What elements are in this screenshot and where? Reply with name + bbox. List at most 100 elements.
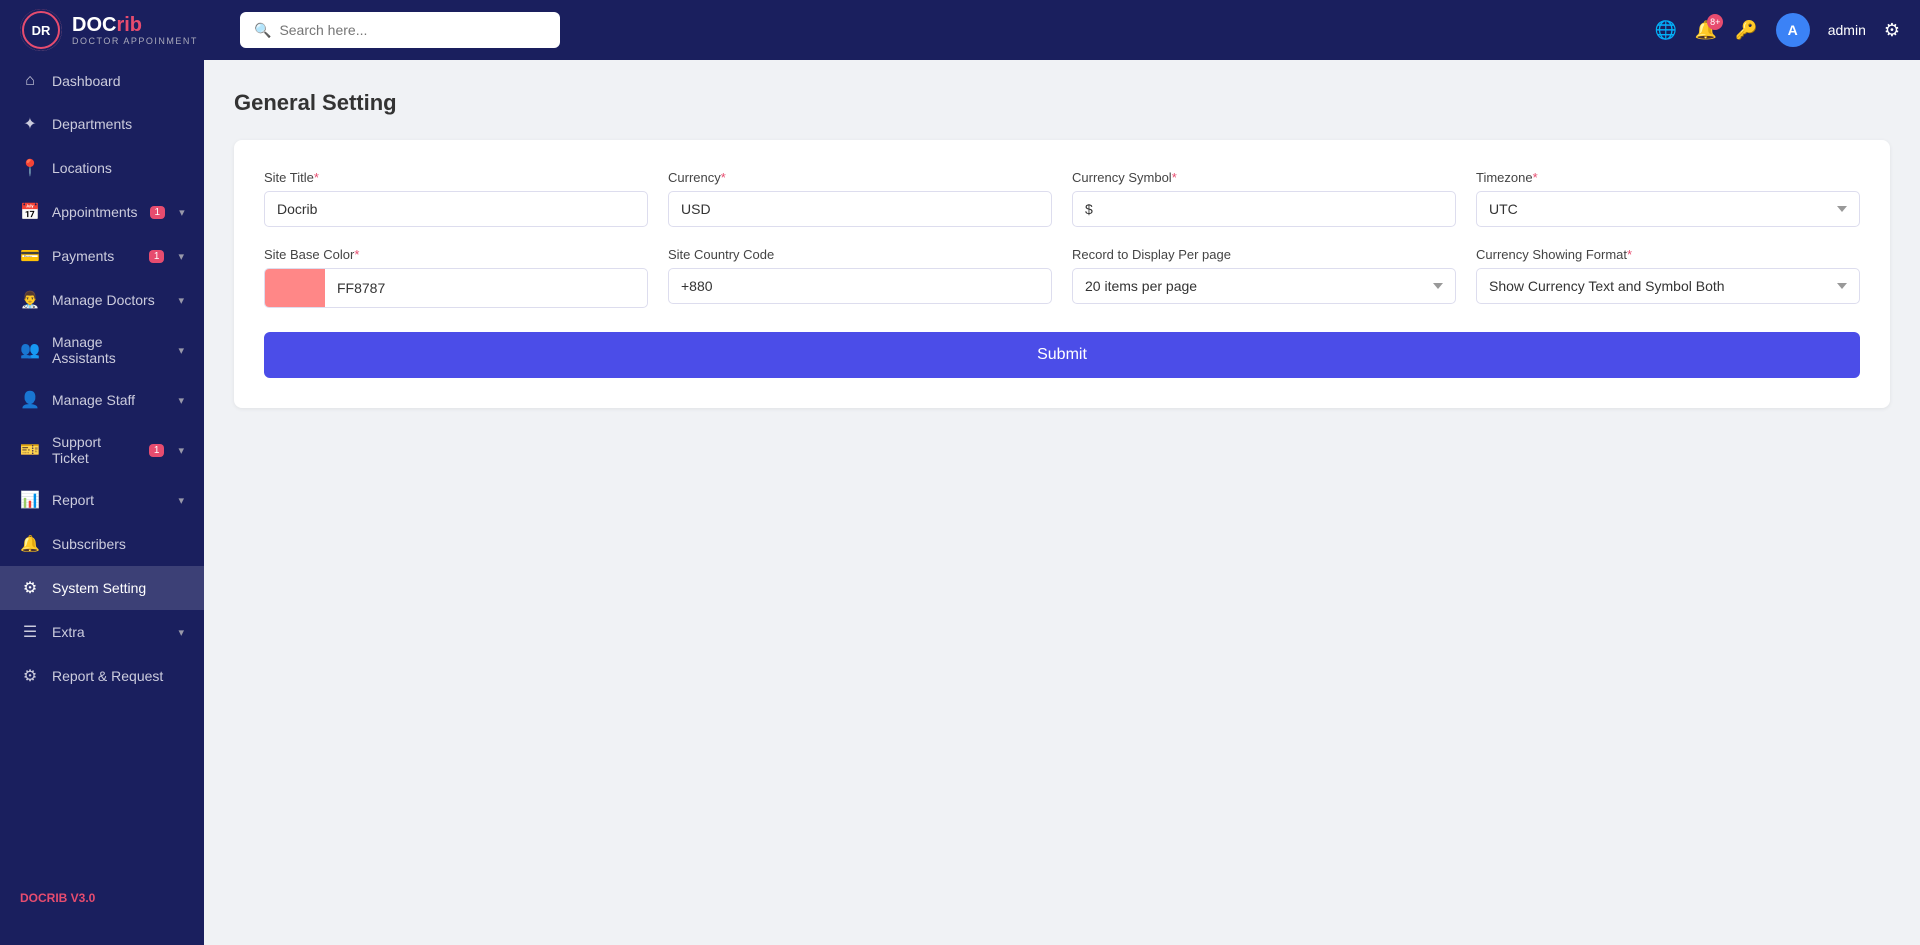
chevron-down-icon: ▾	[178, 444, 184, 457]
currency-symbol-group: Currency Symbol*	[1072, 170, 1456, 227]
sidebar-item-label: Extra	[52, 624, 166, 640]
sidebar-item-report-request[interactable]: ⚙ Report & Request	[0, 654, 204, 698]
form-row-2: Site Base Color* Site Country Code Re	[264, 247, 1860, 308]
sidebar-version: DOCRIB V3.0	[0, 871, 204, 925]
records-per-page-label: Record to Display Per page	[1072, 247, 1456, 262]
search-icon: 🔍	[254, 22, 271, 39]
logo-subtitle: DOCTOR APPOINMENT	[72, 36, 198, 46]
extra-icon: ☰	[20, 622, 40, 642]
submit-button[interactable]: Submit	[264, 332, 1860, 378]
logo-text: DOCrib DOCTOR APPOINMENT	[72, 14, 198, 46]
avatar: A	[1776, 13, 1810, 47]
chevron-down-icon: ▾	[178, 294, 184, 307]
site-title-group: Site Title*	[264, 170, 648, 227]
sidebar-item-locations[interactable]: 📍 Locations	[0, 146, 204, 190]
color-swatch[interactable]	[265, 269, 325, 307]
main-content: General Setting Site Title* Currency*	[204, 60, 1920, 945]
general-setting-form: Site Title* Currency* Currency Symbol*	[234, 140, 1890, 408]
sidebar-item-subscribers[interactable]: 🔔 Subscribers	[0, 522, 204, 566]
currency-format-select[interactable]: Show Currency Text Only Show Currency Sy…	[1476, 268, 1860, 304]
country-code-input[interactable]	[668, 268, 1052, 304]
currency-symbol-input[interactable]	[1072, 191, 1456, 227]
timezone-group: Timezone* UTC UTC+1 UTC+5:30 UTC-5	[1476, 170, 1860, 227]
color-hex-input[interactable]	[325, 271, 647, 305]
sidebar-item-manage-assistants[interactable]: 👥 Manage Assistants ▾	[0, 322, 204, 378]
sidebar-item-label: Dashboard	[52, 73, 184, 89]
manage-assistants-icon: 👥	[20, 340, 40, 360]
sidebar-item-manage-staff[interactable]: 👤 Manage Staff ▾	[0, 378, 204, 422]
site-base-color-group: Site Base Color*	[264, 247, 648, 308]
support-badge: 1	[149, 444, 165, 457]
payments-icon: 💳	[20, 246, 40, 266]
sidebar-item-report[interactable]: 📊 Report ▾	[0, 478, 204, 522]
site-title-input[interactable]	[264, 191, 648, 227]
sidebar-item-payments[interactable]: 💳 Payments 1 ▾	[0, 234, 204, 278]
currency-format-group: Currency Showing Format* Show Currency T…	[1476, 247, 1860, 308]
sidebar-item-system-setting[interactable]: ⚙ System Setting	[0, 566, 204, 610]
site-base-color-label: Site Base Color*	[264, 247, 648, 262]
sidebar-item-label: Manage Staff	[52, 392, 166, 408]
sidebar-item-extra[interactable]: ☰ Extra ▾	[0, 610, 204, 654]
header: DR DOCrib DOCTOR APPOINMENT 🔍 🌐 🔔 8+ 🔑 A…	[0, 0, 1920, 60]
form-row-1: Site Title* Currency* Currency Symbol*	[264, 170, 1860, 227]
appointments-icon: 📅	[20, 202, 40, 222]
currency-format-label: Currency Showing Format*	[1476, 247, 1860, 262]
dashboard-icon: ⌂	[20, 72, 40, 90]
key-button[interactable]: 🔑	[1735, 20, 1757, 41]
sidebar-item-label: Manage Doctors	[52, 292, 166, 308]
sidebar-item-label: Report & Request	[52, 668, 184, 684]
report-icon: 📊	[20, 490, 40, 510]
admin-label: admin	[1828, 22, 1866, 38]
timezone-label: Timezone*	[1476, 170, 1860, 185]
page-title: General Setting	[234, 90, 1890, 116]
manage-staff-icon: 👤	[20, 390, 40, 410]
sidebar-item-label: Manage Assistants	[52, 334, 166, 366]
sidebar-item-support-ticket[interactable]: 🎫 Support Ticket 1 ▾	[0, 422, 204, 478]
sidebar-item-label: Payments	[52, 248, 137, 264]
search-bar[interactable]: 🔍	[240, 12, 560, 48]
sidebar-item-label: System Setting	[52, 580, 184, 596]
country-code-label: Site Country Code	[668, 247, 1052, 262]
layout: ⌂ Dashboard ✦ Departments 📍 Locations 📅 …	[0, 60, 1920, 945]
notification-badge: 8+	[1707, 14, 1723, 30]
user-settings-icon[interactable]: ⚙	[1884, 20, 1900, 41]
sidebar-item-dashboard[interactable]: ⌂ Dashboard	[0, 60, 204, 102]
support-ticket-icon: 🎫	[20, 440, 40, 460]
system-setting-icon: ⚙	[20, 578, 40, 598]
manage-doctors-icon: 👨‍⚕️	[20, 290, 40, 310]
subscribers-icon: 🔔	[20, 534, 40, 554]
appointments-badge: 1	[150, 206, 166, 219]
logo-title: DOCrib	[72, 14, 198, 36]
sidebar-item-label: Locations	[52, 160, 184, 176]
sidebar: ⌂ Dashboard ✦ Departments 📍 Locations 📅 …	[0, 60, 204, 945]
locations-icon: 📍	[20, 158, 40, 178]
report-request-icon: ⚙	[20, 666, 40, 686]
color-input-group	[264, 268, 648, 308]
svg-text:DR: DR	[32, 23, 51, 38]
sidebar-item-label: Report	[52, 492, 166, 508]
records-per-page-group: Record to Display Per page 10 items per …	[1072, 247, 1456, 308]
globe-button[interactable]: 🌐	[1654, 20, 1676, 41]
sidebar-item-appointments[interactable]: 📅 Appointments 1 ▾	[0, 190, 204, 234]
chevron-down-icon: ▾	[178, 250, 184, 263]
chevron-down-icon: ▾	[178, 394, 184, 407]
sidebar-item-departments[interactable]: ✦ Departments	[0, 102, 204, 146]
sidebar-item-manage-doctors[interactable]: 👨‍⚕️ Manage Doctors ▾	[0, 278, 204, 322]
currency-input[interactable]	[668, 191, 1052, 227]
sidebar-item-label: Support Ticket	[52, 434, 137, 466]
header-right: 🌐 🔔 8+ 🔑 A admin ⚙	[1654, 13, 1900, 47]
currency-group: Currency*	[668, 170, 1052, 227]
logo-area: DR DOCrib DOCTOR APPOINMENT	[20, 9, 220, 51]
chevron-down-icon: ▾	[178, 344, 184, 357]
sidebar-item-label: Subscribers	[52, 536, 184, 552]
notifications-button[interactable]: 🔔 8+	[1695, 20, 1717, 41]
search-input[interactable]	[279, 22, 546, 38]
currency-label: Currency*	[668, 170, 1052, 185]
country-code-group: Site Country Code	[668, 247, 1052, 308]
sidebar-item-label: Departments	[52, 116, 184, 132]
sidebar-item-label: Appointments	[52, 204, 138, 220]
records-per-page-select[interactable]: 10 items per page 20 items per page 50 i…	[1072, 268, 1456, 304]
timezone-select[interactable]: UTC UTC+1 UTC+5:30 UTC-5	[1476, 191, 1860, 227]
payments-badge: 1	[149, 250, 165, 263]
currency-symbol-label: Currency Symbol*	[1072, 170, 1456, 185]
